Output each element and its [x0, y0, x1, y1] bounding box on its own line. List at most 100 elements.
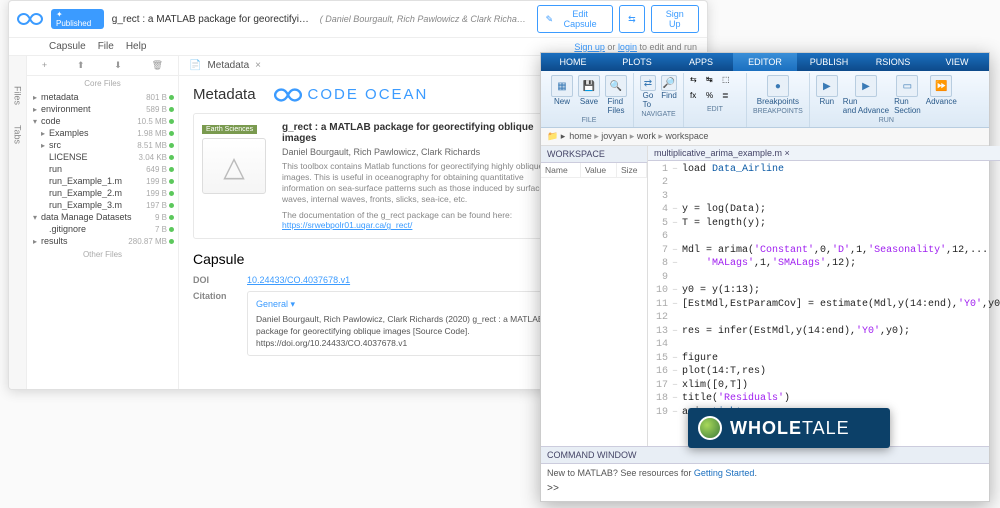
ribbon-new-button[interactable]: ▦New — [551, 75, 573, 107]
crumb[interactable]: work — [637, 131, 656, 141]
ribbon-run-button[interactable]: ▶Run — [816, 75, 838, 107]
file-tree: + ⬆ ⬇ 🗑 Core Files ▸metadata801 B▸enviro… — [27, 56, 179, 390]
ws-col-value[interactable]: Value — [581, 163, 617, 177]
code-line[interactable]: 18–title('Residuals') — [648, 392, 1000, 406]
rail-tabs[interactable]: Tabs — [13, 125, 23, 144]
menu-capsule[interactable]: Capsule — [49, 41, 86, 52]
tree-upload-icon[interactable]: ⬆ — [77, 60, 85, 71]
ribbon-find-files-button[interactable]: 🔍FindFiles — [605, 75, 627, 116]
citation-label: Citation — [193, 291, 233, 301]
signup-button[interactable]: Sign Up — [651, 5, 699, 33]
login-link[interactable]: login — [618, 42, 637, 52]
edit-tool-icon[interactable]: ≣ — [722, 91, 736, 105]
rail-files[interactable]: Files — [13, 86, 23, 105]
share-button[interactable]: ⇆ — [619, 5, 645, 33]
matlab-tab-plots[interactable]: PLOTS — [605, 53, 669, 71]
crumb[interactable]: jovyan — [601, 131, 627, 141]
card-doc: The documentation of the g_rect package … — [282, 210, 559, 230]
ribbon-group-navigate: NAVIGATE — [641, 110, 675, 119]
edit-capsule-button[interactable]: ✎Edit Capsule — [537, 5, 613, 33]
code-line[interactable]: 7–Mdl = arima('Constant',0,'D',1,'Season… — [648, 244, 1000, 258]
card-authors: Daniel Bourgault, Rich Pawlowicz, Clark … — [282, 147, 559, 157]
tree-row[interactable]: ▸results280.87 MB — [27, 235, 178, 247]
ribbon-advance-button[interactable]: ⏩Advance — [926, 75, 957, 107]
code-line[interactable]: 9 — [648, 271, 1000, 285]
ribbon-run-section-button[interactable]: ▭RunSection — [894, 75, 921, 116]
edit-tool-icon[interactable]: fx — [690, 91, 704, 105]
edit-tool-icon[interactable]: % — [706, 91, 720, 105]
matlab-tab-home[interactable]: HOME — [541, 53, 605, 71]
side-rail: Files Tabs — [9, 56, 27, 390]
tree-row[interactable]: run649 B — [27, 163, 178, 175]
matlab-tab-editor[interactable]: EDITOR — [733, 53, 797, 71]
editor-file-tab[interactable]: multiplicative_arima_example.m × — [648, 146, 1000, 161]
tree-row[interactable]: ▸environment589 B — [27, 103, 178, 115]
code-editor[interactable]: 1–load Data_Airline234–y = log(Data);5–T… — [648, 161, 1000, 446]
matlab-tab-view[interactable]: VIEW — [925, 53, 989, 71]
crumb[interactable]: workspace — [665, 131, 708, 141]
menu-file[interactable]: File — [98, 41, 114, 52]
ribbon-find-button[interactable]: 🔎Find — [661, 75, 677, 101]
code-line[interactable]: 8– 'MALags',1,'SMALags',12); — [648, 257, 1000, 271]
getting-started-link[interactable]: Getting Started — [694, 468, 755, 478]
matlab-tab-apps[interactable]: APPS — [669, 53, 733, 71]
code-line[interactable]: 10–y0 = y(1:13); — [648, 284, 1000, 298]
tree-row[interactable]: ▸metadata801 B — [27, 91, 178, 103]
code-line[interactable]: 15–figure — [648, 352, 1000, 366]
command-prompt[interactable]: >> — [541, 482, 989, 497]
tree-row[interactable]: ▸Examples1.98 MB — [27, 127, 178, 139]
code-line[interactable]: 16–plot(14:T,res) — [648, 365, 1000, 379]
code-line[interactable]: 17–xlim([0,T]) — [648, 379, 1000, 393]
edit-tool-icon[interactable]: ⬚ — [722, 75, 736, 89]
workspace-title: WORKSPACE — [541, 146, 647, 163]
code-line[interactable]: 1–load Data_Airline — [648, 163, 1000, 177]
ws-col-size[interactable]: Size — [617, 163, 647, 177]
ws-col-name[interactable]: Name — [541, 163, 581, 177]
code-line[interactable]: 4–y = log(Data); — [648, 203, 1000, 217]
code-line[interactable]: 13–res = infer(EstMdl,y(14:end),'Y0',y0)… — [648, 325, 1000, 339]
edit-tool-icon[interactable]: ⇆ — [690, 75, 704, 89]
close-icon[interactable]: × — [255, 60, 261, 71]
ribbon-run-and-advance-button[interactable]: ▶Runand Advance — [843, 75, 889, 116]
card-description: This toolbox contains Matlab functions f… — [282, 161, 559, 205]
edit-tool-icon[interactable]: ↹ — [706, 75, 720, 89]
matlab-tab-rsions[interactable]: RSIONS — [861, 53, 925, 71]
signup-link[interactable]: Sign up — [574, 42, 605, 52]
folder-icon[interactable]: 📁 ▸ — [547, 131, 565, 142]
menu-help[interactable]: Help — [126, 41, 147, 52]
code-line[interactable]: 14 — [648, 338, 1000, 352]
doi-link[interactable]: 10.24433/CO.4037678.v1 — [247, 275, 350, 285]
matlab-tab-publish[interactable]: PUBLISH — [797, 53, 861, 71]
code-line[interactable]: 6 — [648, 230, 1000, 244]
doc-link[interactable]: https://srwebpolr01.uqar.ca/g_rect/ — [282, 220, 412, 230]
code-line[interactable]: 12 — [648, 311, 1000, 325]
tree-row[interactable]: run_Example_3.m197 B — [27, 199, 178, 211]
tree-add-icon[interactable]: + — [42, 60, 47, 71]
tree-row[interactable]: run_Example_2.m199 B — [27, 187, 178, 199]
codeocean-brand-icon — [274, 87, 302, 103]
ribbon-breakpoints-button[interactable]: ●Breakpoints — [757, 75, 799, 107]
matlab-ribbon: ▦New💾Save🔍FindFiles FILE ⇄GoTo 🔎Find NAVI… — [541, 71, 989, 128]
crumb[interactable]: home — [569, 131, 592, 141]
tree-row[interactable]: ▾data Manage Datasets9 B — [27, 211, 178, 223]
codeocean-brand: CODE OCEAN — [274, 86, 429, 103]
metadata-tab[interactable]: 📄 Metadata × — [179, 56, 582, 76]
code-line[interactable]: 3 — [648, 190, 1000, 204]
tree-row[interactable]: ▾code10.5 MB — [27, 115, 178, 127]
command-banner: New to MATLAB? See resources for Getting… — [541, 464, 989, 482]
ribbon-group-file: FILE — [582, 116, 597, 125]
code-line[interactable]: 2 — [648, 176, 1000, 190]
citation-type-select[interactable]: General ▾ — [256, 298, 295, 311]
code-line[interactable]: 11–[EstMdl,EstParamCov] = estimate(Mdl,y… — [648, 298, 1000, 312]
tree-row[interactable]: ▸src8.51 MB — [27, 139, 178, 151]
code-line[interactable]: 5–T = length(y); — [648, 217, 1000, 231]
tree-row[interactable]: LICENSE3.04 KB — [27, 151, 178, 163]
tree-download-icon[interactable]: ⬇ — [114, 60, 122, 71]
matlab-tabs: HOMEPLOTSAPPSEDITORPUBLISHRSIONSVIEW — [541, 53, 989, 71]
ribbon-go-to-button[interactable]: ⇄GoTo — [640, 75, 656, 110]
tree-row[interactable]: .gitignore7 B — [27, 223, 178, 235]
ribbon-save-button[interactable]: 💾Save — [578, 75, 600, 107]
tree-row[interactable]: run_Example_1.m199 B — [27, 175, 178, 187]
tree-delete-icon[interactable]: 🗑 — [152, 60, 163, 71]
citation-box: General ▾ ⧉ Daniel Bourgault, Rich Pawlo… — [247, 291, 568, 356]
